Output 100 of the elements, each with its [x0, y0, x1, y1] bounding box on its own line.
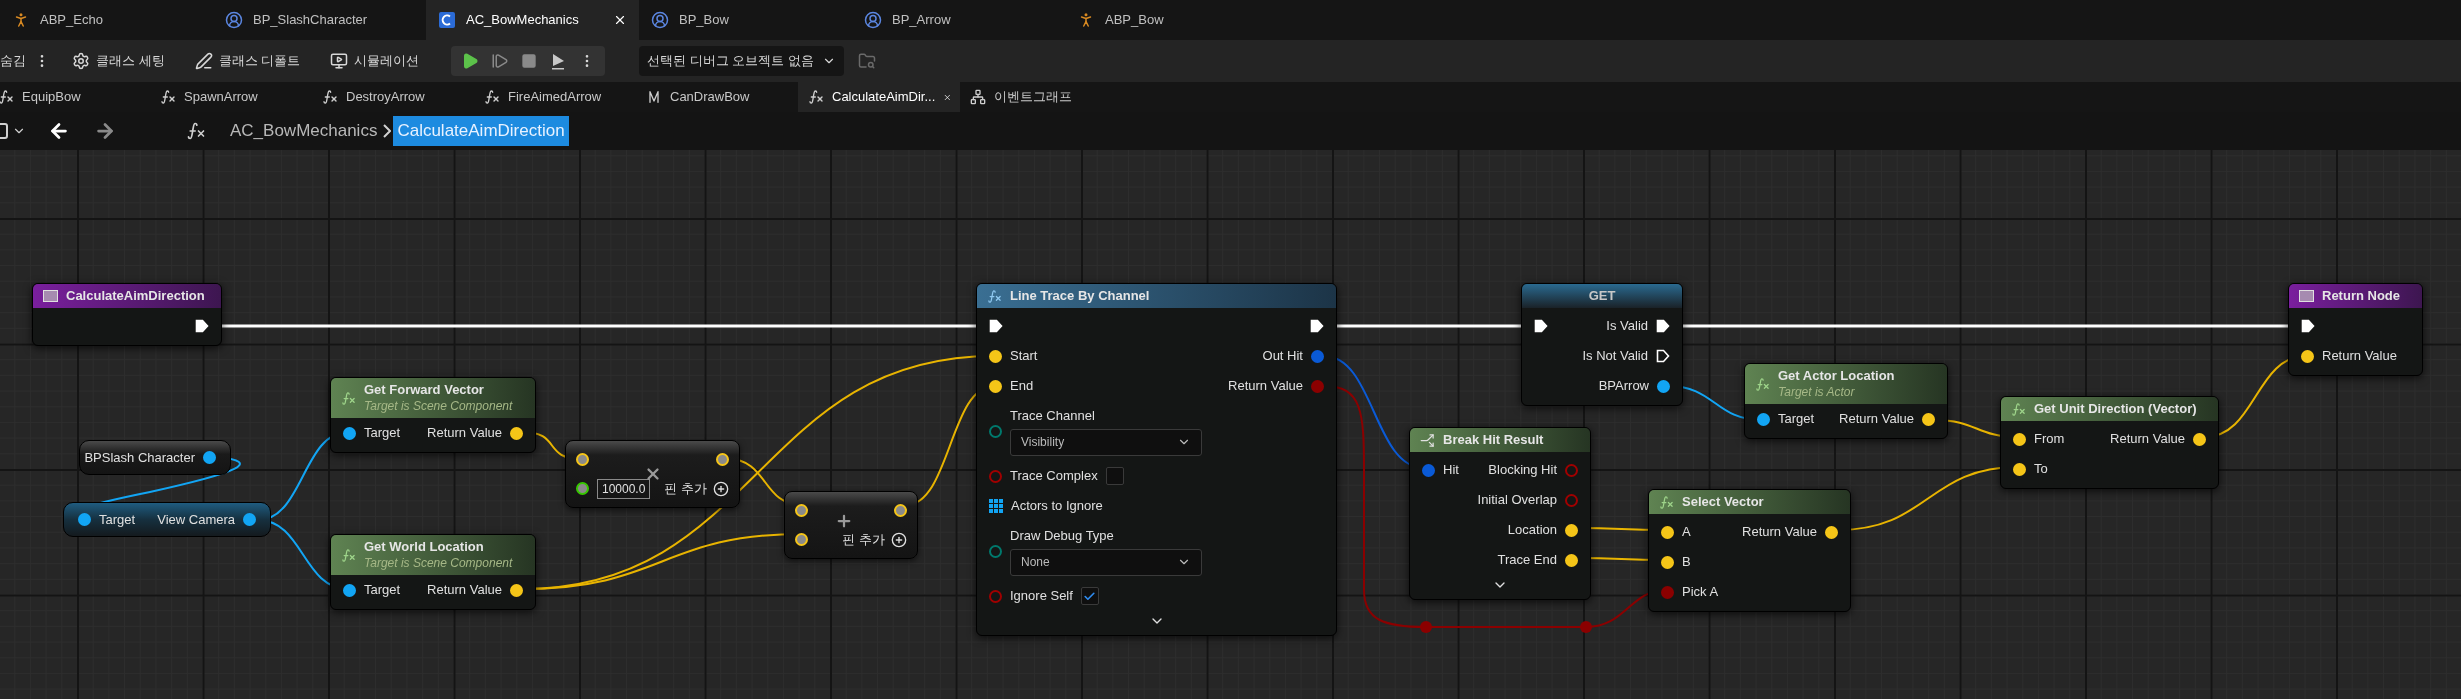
operator-node[interactable]: 10000.0 핀 추가	[565, 440, 740, 508]
node-title: Get Forward Vector	[364, 382, 485, 398]
number-field[interactable]: 10000.0	[597, 478, 651, 499]
node-title: Break Hit Result	[1443, 432, 1544, 448]
close-icon[interactable]	[613, 13, 627, 27]
debug-object-dropdown[interactable]: 선택된 디버그 오브젝트 없음	[639, 46, 845, 76]
pin-label: Trace Channel	[1010, 407, 1096, 426]
function-icon	[341, 547, 356, 563]
tab-label: FireAimedArrow	[508, 88, 603, 107]
exec-pin[interactable]	[1656, 319, 1670, 333]
operator-node[interactable]: 핀 추가	[784, 491, 918, 559]
function-node[interactable]: Return Node Return Value	[2288, 283, 2423, 376]
data-pin[interactable]	[343, 426, 356, 440]
reroute-node[interactable]	[1420, 621, 1432, 633]
pin-label: A	[1682, 523, 1691, 542]
asset-tab[interactable]: BP_Bow	[639, 0, 852, 40]
tab-label: BP_SlashCharacter	[253, 11, 369, 30]
pin-label: Is Valid	[1606, 317, 1648, 336]
node-title: Return Node	[2322, 288, 2400, 304]
function-icon	[1659, 494, 1674, 510]
forward-arrow-icon[interactable]	[94, 120, 116, 142]
data-pin[interactable]	[343, 583, 356, 597]
data-pin[interactable]	[1657, 379, 1670, 393]
pin-label: Hit	[1443, 461, 1459, 480]
reroute-node[interactable]	[1580, 621, 1592, 633]
exec-pin[interactable]	[195, 319, 209, 333]
tab-label: DestroyArrow	[346, 88, 426, 107]
pin-label: Initial Overlap	[1477, 491, 1557, 510]
array-pin[interactable]	[989, 499, 1003, 513]
data-pin[interactable]	[576, 482, 589, 495]
function-node[interactable]: Line Trace By Channel Start Out Hit End Return Value Trace Channel Visibility Trace Complex Actors to Ignore Draw Debug Type None Ignore Self	[976, 283, 1337, 636]
toolbar-button[interactable]: 클래스 세팅	[64, 46, 173, 76]
graph-tab[interactable]: FireAimedArrow	[474, 82, 636, 112]
play-icon[interactable]	[461, 52, 480, 70]
exec-pin[interactable]	[2301, 319, 2315, 333]
add-pin-button[interactable]: 핀 추가	[842, 529, 907, 550]
asset-tab[interactable]: BP_Arrow	[852, 0, 1065, 40]
property-node[interactable]: Target View Camera	[63, 502, 271, 537]
node-title: GET	[1588, 288, 1616, 304]
function-icon	[987, 288, 1002, 304]
graph-tab[interactable]: CanDrawBow	[636, 82, 798, 112]
checkbox[interactable]	[1080, 587, 1099, 605]
graph-tab[interactable]: DestroyArrow	[312, 82, 474, 112]
data-pin[interactable]	[243, 513, 256, 526]
breadcrumb-link[interactable]: AC_BowMechanics	[230, 118, 378, 144]
exec-pin[interactable]	[1310, 319, 1324, 333]
asset-tab[interactable]: ABP_Bow	[1065, 0, 1278, 40]
graph-tab[interactable]: CalculateAimDir...	[798, 82, 960, 112]
function-node[interactable]: CalculateAimDirection	[32, 283, 222, 346]
graph-tab[interactable]: 이벤트그래프	[960, 82, 1122, 112]
function-icon	[322, 89, 338, 105]
node-title: Get Unit Direction (Vector)	[2034, 401, 2197, 417]
function-node-icon	[43, 290, 58, 302]
toolbar-button[interactable]: 클래스 디폴트	[186, 46, 309, 76]
back-arrow-icon[interactable]	[48, 120, 70, 142]
exec-pin[interactable]	[989, 319, 1003, 333]
tab-label: BP_Arrow	[892, 11, 952, 30]
asset-tab[interactable]: BP_SlashCharacter	[213, 0, 426, 40]
function-icon	[341, 390, 356, 406]
function-node[interactable]: Break Hit Result Hit Blocking Hit Initial Overlap Location Trace End	[1409, 427, 1591, 600]
function-node[interactable]: Get Forward Vector Target is Scene Component Target Return Value	[330, 377, 536, 453]
graph-tab[interactable]: EquipBow	[0, 82, 150, 112]
exec-pin[interactable]	[1656, 349, 1670, 363]
tab-label: SpawnArrow	[184, 88, 259, 107]
person-icon	[864, 11, 882, 29]
break-struct-icon	[1420, 432, 1435, 448]
enum-dropdown[interactable]: None	[1010, 548, 1202, 576]
exec-pin[interactable]	[1534, 319, 1548, 333]
stop-icon[interactable]	[521, 53, 538, 69]
function-node[interactable]: GET Is Valid Is Not Valid BPArrow	[1521, 283, 1683, 406]
variable-node[interactable]: BPSlash Character	[79, 440, 231, 475]
pin-label: End	[1010, 377, 1034, 396]
function-node[interactable]: Get Actor Location Target is Actor Target Return Value	[1744, 363, 1948, 439]
pin-label: Return Value	[1742, 523, 1817, 542]
asset-tab[interactable]: AC_BowMechanics	[426, 0, 639, 40]
toolbar-button[interactable]: 시뮬레이션	[322, 46, 428, 76]
graph-icon	[970, 89, 986, 105]
tab-label: BP_Bow	[679, 11, 730, 30]
data-pin[interactable]	[78, 513, 91, 526]
pin-label: Location	[1507, 521, 1557, 540]
data-pin[interactable]	[1757, 412, 1770, 426]
folder-search-icon[interactable]	[858, 52, 877, 70]
graph-tab[interactable]: SpawnArrow	[150, 82, 312, 112]
pin-label: B	[1682, 553, 1691, 572]
function-node[interactable]: Get World Location Target is Scene Component Target Return Value	[330, 534, 536, 610]
step-icon[interactable]	[491, 52, 510, 70]
pin-label: View Camera	[157, 510, 235, 529]
pin-label: Target	[364, 424, 401, 443]
function-icon	[2011, 401, 2026, 417]
asset-tab[interactable]: ABP_Echo	[0, 0, 213, 40]
pin-label: Return Value	[1228, 377, 1303, 396]
settings-icon	[72, 52, 90, 70]
hide-label[interactable]: 숨김	[0, 51, 26, 71]
add-pin-button[interactable]: 핀 추가	[664, 478, 729, 499]
function-icon	[186, 121, 206, 141]
data-pin[interactable]	[203, 451, 216, 464]
pin-label: Target	[99, 510, 136, 529]
enum-dropdown[interactable]: Visibility	[1010, 428, 1202, 456]
pin-label: Out Hit	[1262, 347, 1303, 366]
checkbox[interactable]	[1105, 467, 1124, 485]
